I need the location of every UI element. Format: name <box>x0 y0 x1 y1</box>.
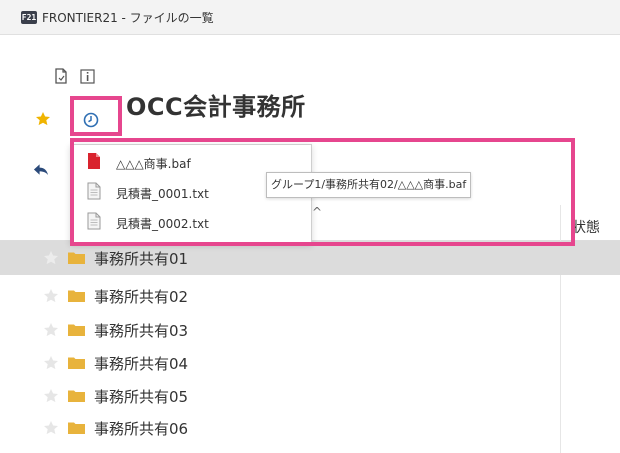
status-column-header[interactable]: 状態 <box>572 217 600 237</box>
title-bar: F21 FRONTIER21 - ファイルの一覧 <box>0 0 620 35</box>
app-logo-icon: F21 <box>21 11 37 24</box>
window-title: FRONTIER21 - ファイルの一覧 <box>42 11 214 25</box>
list-item[interactable]: 事務所共有04 <box>0 346 620 380</box>
list-item[interactable]: 事務所共有06 <box>0 411 620 445</box>
star-icon[interactable] <box>43 288 59 304</box>
folder-name: 事務所共有01 <box>94 250 189 268</box>
list-item[interactable]: 事務所共有02 <box>0 279 620 313</box>
folder-icon <box>68 324 85 336</box>
folder-icon <box>68 390 85 402</box>
back-arrow-icon[interactable] <box>33 162 49 178</box>
favorite-star-icon[interactable] <box>35 111 51 127</box>
folder-name: 事務所共有03 <box>94 322 189 340</box>
list-item[interactable]: 事務所共有01 <box>0 241 620 275</box>
folder-icon <box>68 357 85 369</box>
company-name: OCC会計事務所 <box>126 93 306 121</box>
list-item[interactable]: 事務所共有05 <box>0 379 620 413</box>
highlight-box-clock <box>70 96 122 136</box>
info-icon[interactable] <box>79 68 95 84</box>
folder-name: 事務所共有02 <box>94 288 189 306</box>
folder-name: 事務所共有04 <box>94 355 189 373</box>
highlight-box-recent-menu <box>70 138 575 246</box>
folder-name: 事務所共有05 <box>94 388 189 406</box>
folder-icon <box>68 290 85 302</box>
folder-icon <box>68 422 85 434</box>
app-window: F21 FRONTIER21 - ファイルの一覧 OCC会計事務所 ^ 状態 事… <box>0 0 620 453</box>
star-icon[interactable] <box>43 355 59 371</box>
folder-icon <box>68 252 85 264</box>
document-icon[interactable] <box>53 68 69 84</box>
star-icon[interactable] <box>43 420 59 436</box>
star-icon[interactable] <box>43 250 59 266</box>
star-icon[interactable] <box>43 388 59 404</box>
star-icon[interactable] <box>43 322 59 338</box>
list-item[interactable]: 事務所共有03 <box>0 313 620 347</box>
folder-name: 事務所共有06 <box>94 420 189 438</box>
